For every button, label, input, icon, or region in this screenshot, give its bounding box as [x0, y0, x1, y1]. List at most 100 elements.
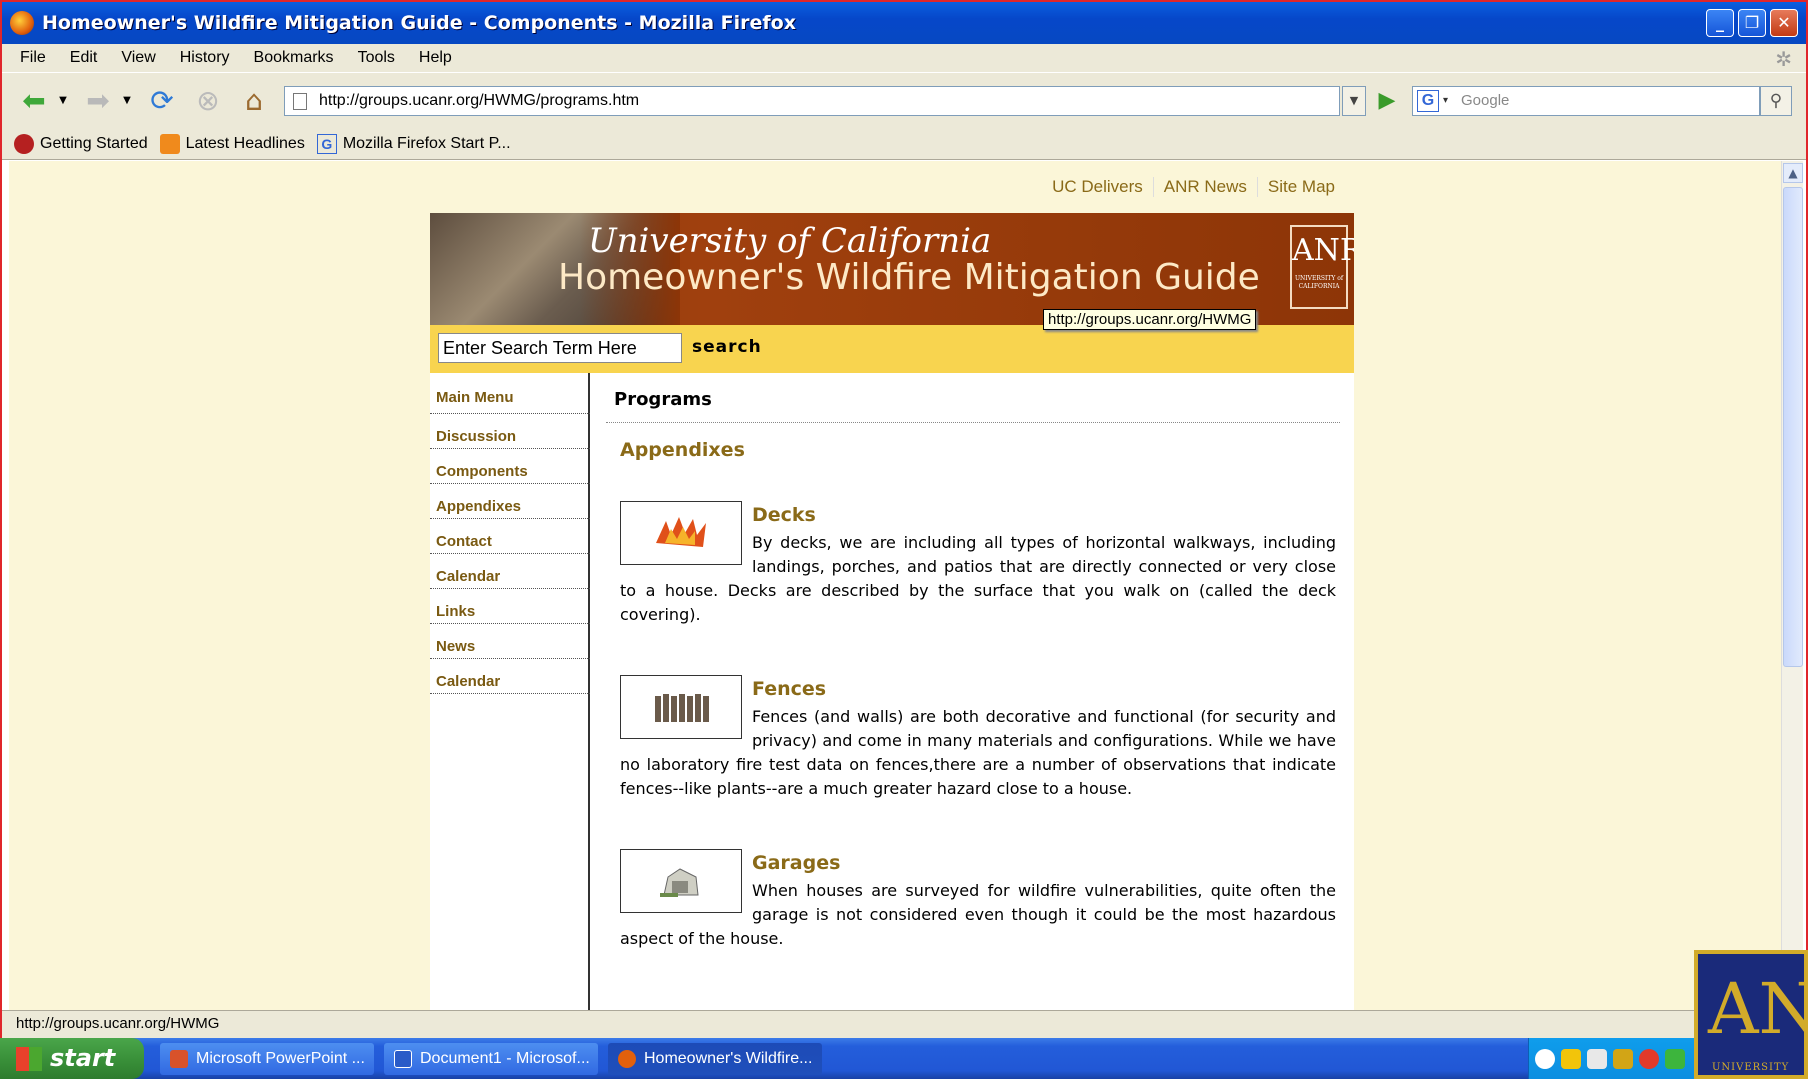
tray-app3-icon[interactable] [1639, 1048, 1659, 1069]
link-site-map[interactable]: Site Map [1256, 177, 1345, 197]
menu-help[interactable]: Help [419, 49, 452, 67]
bookmark-label: Mozilla Firefox Start P... [342, 134, 511, 152]
forward-icon[interactable]: ➡ [78, 83, 118, 117]
start-label: start [50, 1044, 116, 1072]
status-bar: http://groups.ucanr.org/HWMG [2, 1010, 1806, 1038]
top-links: UC Delivers ANR News Site Map [1042, 177, 1345, 197]
banner-title: Homeowner's Wildfire Mitigation Guide [558, 257, 1260, 298]
reload-icon[interactable]: ⟳ [142, 83, 182, 117]
throbber-icon: ✲ [1775, 49, 1792, 71]
window-title: Homeowner's Wildfire Mitigation Guide - … [42, 12, 796, 34]
menu-history[interactable]: History [180, 49, 230, 67]
entry-fences: Fences Fences (and walls) are both decor… [620, 675, 1336, 801]
left-nav: Main Menu Discussion Components Appendix… [430, 373, 590, 1010]
stop-icon[interactable]: ⊗ [188, 83, 228, 117]
nav-links[interactable]: Links [430, 589, 590, 624]
tray-expand-icon[interactable] [1535, 1048, 1555, 1069]
page-content: UC Delivers ANR News Site Map University… [9, 161, 1781, 1010]
bookmark-label: Getting Started [40, 134, 148, 152]
engine-dropdown-icon[interactable]: ▾ [1443, 87, 1448, 115]
anr-logo: ANR UNIVERSITY of CALIFORNIA [1290, 225, 1354, 309]
scroll-thumb[interactable] [1783, 187, 1803, 667]
word-icon [394, 1050, 412, 1068]
nav-appendixes[interactable]: Appendixes [430, 484, 590, 519]
entry-decks: Decks By decks, we are including all typ… [620, 501, 1336, 627]
menu-bookmarks[interactable]: Bookmarks [254, 49, 334, 67]
home-icon[interactable]: ⌂ [234, 83, 274, 117]
search-placeholder: Google [1461, 92, 1510, 109]
bookmark-label: Latest Headlines [185, 134, 305, 152]
getting-started-icon [14, 133, 34, 154]
minimize-button[interactable]: _ [1706, 9, 1734, 37]
wireless-icon[interactable] [1665, 1048, 1685, 1069]
restore-button[interactable]: ❐ [1738, 9, 1766, 37]
menu-view[interactable]: View [121, 49, 155, 67]
link-uc-delivers[interactable]: UC Delivers [1042, 177, 1153, 197]
close-button[interactable]: ✕ [1770, 9, 1798, 37]
page-icon [293, 93, 307, 110]
forward-dropdown-icon[interactable]: ▼ [120, 83, 134, 117]
back-dropdown-icon[interactable]: ▼ [56, 83, 70, 117]
site-search-button[interactable]: search [692, 337, 762, 357]
powerpoint-icon [170, 1050, 188, 1068]
nav-discussion[interactable]: Discussion [430, 414, 590, 449]
search-engine-box[interactable]: G ▾ Google [1412, 86, 1760, 116]
nav-calendar[interactable]: Calendar [430, 554, 590, 589]
start-button[interactable]: start [0, 1038, 144, 1079]
fence-icon[interactable] [620, 675, 742, 739]
navigation-toolbar: ⬅ ▼ ➡ ▼ ⟳ ⊗ ⌂ http://groups.ucanr.org/HW… [2, 72, 1806, 128]
google-icon[interactable]: G [1417, 90, 1439, 112]
menu-bar: File Edit View History Bookmarks Tools H… [2, 44, 1806, 72]
anr-corner-logo: ANR UNIVERSITY [1694, 950, 1808, 1079]
bookmark-latest-headlines[interactable]: Latest Headlines [159, 133, 305, 154]
corner-logo-sub: UNIVERSITY [1712, 1062, 1790, 1073]
back-icon[interactable]: ⬅ [14, 83, 54, 117]
task-firefox[interactable]: Homeowner's Wildfire... [608, 1043, 822, 1075]
google-icon: G [316, 133, 337, 154]
firefox-icon [618, 1050, 636, 1068]
nav-main-menu[interactable]: Main Menu [430, 373, 590, 414]
section-title: Appendixes [620, 439, 745, 461]
banner-university: University of California [588, 221, 992, 261]
nav-contact[interactable]: Contact [430, 519, 590, 554]
task-label: Microsoft PowerPoint ... [196, 1050, 365, 1067]
shield-icon[interactable] [1561, 1048, 1581, 1069]
task-label: Homeowner's Wildfire... [644, 1050, 813, 1067]
site-search-bar: Enter Search Term Here search [430, 325, 1354, 373]
bookmarks-toolbar: Getting Started Latest Headlines G Mozill… [2, 128, 1806, 160]
tray-app2-icon[interactable] [1613, 1048, 1633, 1069]
nav-calendar-2[interactable]: Calendar [430, 659, 590, 694]
main-area: Main Menu Discussion Components Appendix… [430, 373, 1354, 1010]
url-text: http://groups.ucanr.org/HWMG/programs.ht… [319, 92, 640, 109]
firefox-icon [10, 11, 34, 35]
menu-edit[interactable]: Edit [70, 49, 98, 67]
flame-icon[interactable] [620, 501, 742, 565]
url-bar[interactable]: http://groups.ucanr.org/HWMG/programs.ht… [284, 86, 1340, 116]
anr-logo-sub: UNIVERSITY of CALIFORNIA [1294, 275, 1344, 290]
title-bar: Homeowner's Wildfire Mitigation Guide - … [2, 2, 1806, 44]
scroll-up-icon[interactable]: ▲ [1783, 163, 1803, 183]
bookmark-firefox-start[interactable]: G Mozilla Firefox Start P... [316, 133, 511, 154]
link-anr-news[interactable]: ANR News [1152, 177, 1257, 197]
menu-file[interactable]: File [20, 49, 46, 67]
entry-garages: Garages When houses are surveyed for wil… [620, 849, 1336, 951]
vertical-scrollbar[interactable]: ▲ [1781, 161, 1803, 1010]
page-title: Programs [614, 389, 712, 410]
tray-app-icon[interactable] [1587, 1048, 1607, 1069]
windows-flag-icon [16, 1047, 42, 1071]
menu-tools[interactable]: Tools [358, 49, 395, 67]
magnifier-icon[interactable]: ⚲ [1760, 86, 1792, 116]
url-dropdown-icon[interactable]: ▼ [1342, 86, 1366, 116]
corner-logo-text: ANR [1708, 968, 1804, 1050]
link-tooltip: http://groups.ucanr.org/HWMG [1043, 309, 1257, 330]
task-word[interactable]: Document1 - Microsof... [384, 1043, 598, 1075]
bookmark-getting-started[interactable]: Getting Started [14, 133, 148, 154]
site-search-input[interactable]: Enter Search Term Here [438, 333, 682, 363]
garage-icon[interactable] [620, 849, 742, 913]
nav-components[interactable]: Components [430, 449, 590, 484]
task-powerpoint[interactable]: Microsoft PowerPoint ... [160, 1043, 374, 1075]
task-label: Document1 - Microsof... [420, 1050, 590, 1067]
anr-logo-text: ANR [1292, 233, 1354, 268]
go-icon[interactable]: ▶ [1372, 86, 1402, 116]
nav-news[interactable]: News [430, 624, 590, 659]
